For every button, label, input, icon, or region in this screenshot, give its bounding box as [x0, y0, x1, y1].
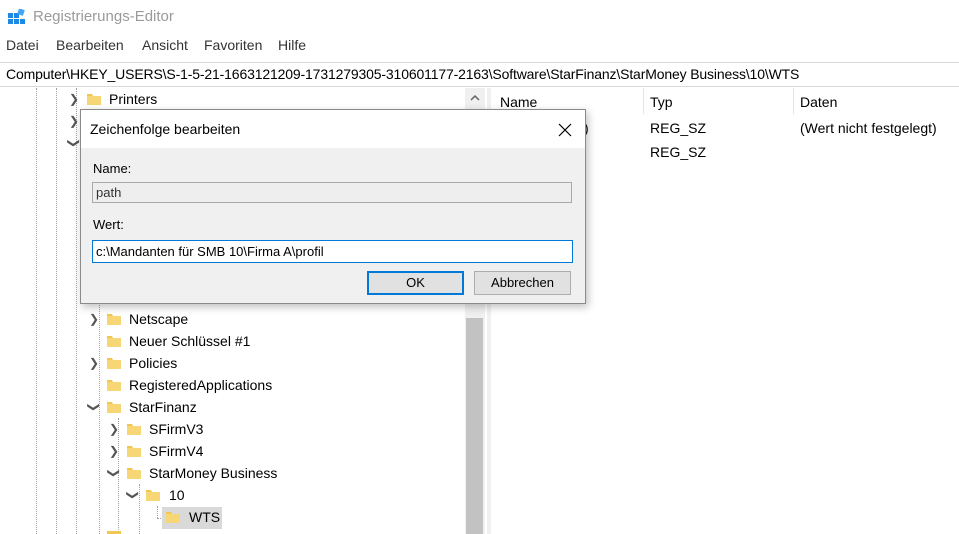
- address-bar[interactable]: Computer\HKEY_USERS\S-1-5-21-1663121209-…: [0, 62, 959, 87]
- folder-icon: [87, 94, 101, 105]
- dialog-title: Zeichenfolge bearbeiten: [90, 121, 241, 137]
- regedit-icon: [8, 9, 25, 24]
- name-field[interactable]: [92, 182, 572, 203]
- tree-item-label: Printers: [109, 91, 158, 107]
- tree-item-10[interactable]: ❯ 10: [0, 485, 460, 507]
- tree-item-label: StarMoney Business: [149, 465, 278, 481]
- tree-item-label: SFirmV3: [149, 421, 204, 437]
- tree-scrollbar-thumb[interactable]: [466, 318, 483, 534]
- ok-button[interactable]: OK: [367, 271, 464, 295]
- tree-item-starfinanz[interactable]: ❯ StarFinanz: [0, 397, 460, 419]
- tree-guide-line: [157, 506, 158, 518]
- column-separator[interactable]: [643, 88, 644, 114]
- folder-icon: [107, 402, 121, 413]
- chevron-down-icon[interactable]: ❯: [126, 488, 140, 502]
- folder-icon: [146, 490, 160, 501]
- chevron-down-icon[interactable]: ❯: [87, 400, 101, 414]
- tree-item-label: 10: [169, 487, 185, 503]
- dialog-title-bar: Zeichenfolge bearbeiten: [81, 110, 585, 148]
- menu-favoriten[interactable]: Favoriten: [204, 37, 262, 53]
- column-header-daten[interactable]: Daten: [800, 94, 837, 110]
- tree-item-label: Netscape: [129, 311, 189, 327]
- folder-icon: [107, 380, 121, 391]
- menu-hilfe[interactable]: Hilfe: [278, 37, 306, 53]
- tree-item-label: Neuer Schlüssel #1: [129, 333, 251, 349]
- folder-icon: [127, 424, 141, 435]
- tree-item-wts[interactable]: WTS: [162, 507, 222, 529]
- chevron-right-icon[interactable]: ❯: [87, 356, 101, 370]
- tree-item-label: SFirmV4: [149, 443, 204, 459]
- chevron-down-icon[interactable]: ❯: [107, 466, 121, 480]
- tree-item-hidden[interactable]: ❯: [0, 133, 81, 155]
- column-separator[interactable]: [793, 88, 794, 114]
- name-label: Name:: [93, 161, 132, 176]
- chevron-right-icon[interactable]: ❯: [67, 114, 81, 128]
- tree-item-policies[interactable]: ❯ Policies: [0, 353, 460, 375]
- chevron-right-icon[interactable]: ❯: [87, 312, 101, 326]
- list-cell-data: (Wert nicht festgelegt): [800, 120, 937, 136]
- column-header-typ[interactable]: Typ: [650, 94, 673, 110]
- scroll-up-icon[interactable]: [465, 88, 485, 108]
- folder-icon: [166, 512, 180, 523]
- column-header-name[interactable]: Name: [500, 94, 537, 110]
- chevron-right-icon[interactable]: ❯: [107, 444, 121, 458]
- title-bar: Registrierungs-Editor: [0, 0, 959, 36]
- folder-icon: [107, 314, 121, 325]
- menu-datei[interactable]: Datei: [6, 37, 39, 53]
- folder-icon: [107, 336, 121, 347]
- chevron-right-icon[interactable]: ❯: [107, 422, 121, 436]
- tree-item-starmoney-business[interactable]: ❯ StarMoney Business: [0, 463, 460, 485]
- menu-ansicht[interactable]: Ansicht: [142, 37, 188, 53]
- menu-bar: Datei Bearbeiten Ansicht Favoriten Hilfe: [0, 37, 959, 59]
- tree-item-registeredapplications[interactable]: RegisteredApplications: [0, 375, 460, 397]
- list-cell-type: REG_SZ: [650, 120, 707, 136]
- list-cell-type: REG_SZ: [650, 144, 707, 160]
- tree-item-label: Policies: [129, 355, 178, 371]
- tree-item-sfirmv3[interactable]: ❯ SFirmV3: [0, 419, 460, 441]
- chevron-right-icon[interactable]: ❯: [67, 92, 81, 106]
- chevron-down-icon[interactable]: ❯: [67, 136, 81, 150]
- value-field[interactable]: [92, 240, 573, 263]
- tree-item-hidden[interactable]: ❯: [0, 111, 80, 133]
- folder-icon: [107, 358, 121, 369]
- window-title: Registrierungs-Editor: [33, 8, 174, 25]
- folder-icon: [127, 468, 141, 479]
- tree-item-label: RegisteredApplications: [129, 377, 273, 393]
- tree-item-sfirmv4[interactable]: ❯ SFirmV4: [0, 441, 460, 463]
- folder-icon: [127, 446, 141, 457]
- tree-item-netscape[interactable]: ❯ Netscape: [0, 309, 460, 331]
- tree-item-printers[interactable]: ❯ Printers: [0, 89, 460, 111]
- close-icon[interactable]: [555, 120, 575, 140]
- tree-item-label: WTS: [189, 509, 221, 525]
- address-path[interactable]: Computer\HKEY_USERS\S-1-5-21-1663121209-…: [6, 66, 799, 82]
- menu-bearbeiten[interactable]: Bearbeiten: [56, 37, 124, 53]
- edit-string-dialog: Zeichenfolge bearbeiten Name: Wert: OK A…: [80, 109, 586, 304]
- cancel-button[interactable]: Abbrechen: [474, 271, 571, 295]
- value-label: Wert:: [93, 217, 124, 232]
- tree-item-label: StarFinanz: [129, 399, 197, 415]
- tree-item-neuer-schluessel[interactable]: Neuer Schlüssel #1: [0, 331, 460, 353]
